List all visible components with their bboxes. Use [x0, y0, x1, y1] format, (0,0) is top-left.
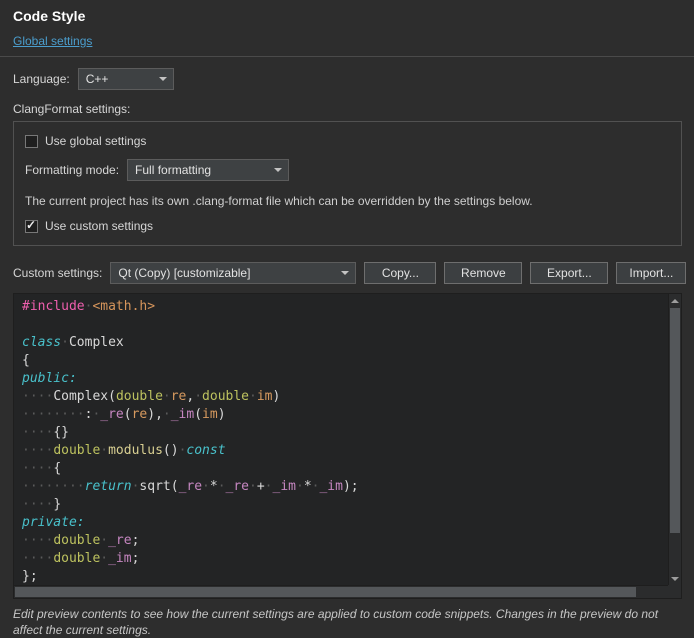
custom-settings-combobox-value: Qt (Copy) [customizable]: [118, 266, 250, 280]
formatting-mode-combobox-value: Full formatting: [135, 163, 211, 177]
code-line: ····Complex(double·re,·double·im): [22, 388, 668, 406]
code-line: ····{}: [22, 424, 668, 442]
export-button[interactable]: Export...: [530, 262, 608, 284]
clang-format-note: The current project has its own .clang-f…: [25, 194, 671, 208]
scrollbar-corner: [668, 585, 681, 598]
code-line: private:: [22, 514, 668, 532]
code-style-panel: Code Style Global settings Language: C++…: [0, 0, 694, 632]
code-content[interactable]: #include·<math.h> class·Complex{public:·…: [14, 294, 668, 585]
code-line: [22, 316, 668, 334]
code-line: ········:·_re(re),·_im(im): [22, 406, 668, 424]
scroll-up-button[interactable]: [669, 294, 681, 307]
formatting-mode-label: Formatting mode:: [25, 163, 119, 177]
language-combobox[interactable]: C++: [78, 68, 174, 90]
checkbox-box: [25, 135, 38, 148]
use-custom-settings-checkbox[interactable]: Use custom settings: [25, 219, 671, 233]
chevron-down-icon: [274, 168, 282, 172]
language-row: Language: C++: [13, 67, 682, 90]
clangformat-settings-label: ClangFormat settings:: [13, 102, 682, 116]
remove-button[interactable]: Remove: [444, 262, 522, 284]
language-combobox-value: C++: [86, 72, 109, 86]
code-line: #include·<math.h>: [22, 298, 668, 316]
code-line: ····double·_im;: [22, 550, 668, 568]
horizontal-scrollbar-thumb[interactable]: [15, 587, 636, 597]
triangle-up-icon: [671, 299, 679, 303]
checkbox-box: [25, 220, 38, 233]
code-line: {: [22, 352, 668, 370]
chevron-down-icon: [341, 271, 349, 275]
horizontal-scrollbar[interactable]: [14, 585, 668, 598]
triangle-down-icon: [671, 577, 679, 581]
code-line: ····{: [22, 460, 668, 478]
code-line: public:: [22, 370, 668, 388]
custom-settings-combobox[interactable]: Qt (Copy) [customizable]: [110, 262, 356, 284]
vertical-scrollbar-thumb[interactable]: [670, 308, 680, 533]
checkbox-label: Use custom settings: [45, 219, 153, 233]
code-preview-editor[interactable]: #include·<math.h> class·Complex{public:·…: [13, 293, 682, 599]
separator: [0, 56, 694, 57]
code-line: class·Complex: [22, 334, 668, 352]
checkbox-label: Use global settings: [45, 134, 146, 148]
footer-hint: Edit preview contents to see how the cur…: [13, 607, 682, 638]
scroll-down-button[interactable]: [669, 572, 681, 585]
custom-settings-row: Custom settings: Qt (Copy) [customizable…: [13, 261, 682, 284]
vertical-scrollbar[interactable]: [668, 294, 681, 585]
chevron-down-icon: [159, 77, 167, 81]
code-line: };: [22, 568, 668, 585]
formatting-mode-row: Formatting mode: Full formatting: [25, 158, 671, 181]
use-global-settings-checkbox[interactable]: Use global settings: [25, 134, 671, 148]
code-line: ····double·modulus()·const: [22, 442, 668, 460]
code-line: ····}: [22, 496, 668, 514]
custom-settings-label: Custom settings:: [13, 266, 102, 280]
global-settings-link[interactable]: Global settings: [13, 34, 92, 48]
copy-button[interactable]: Copy...: [364, 262, 436, 284]
code-line: ········return·sqrt(_re·*·_re·+·_im·*·_i…: [22, 478, 668, 496]
import-button[interactable]: Import...: [616, 262, 686, 284]
code-line: ····double·_re;: [22, 532, 668, 550]
formatting-mode-combobox[interactable]: Full formatting: [127, 159, 289, 181]
page-title: Code Style: [13, 8, 682, 24]
language-label: Language:: [13, 72, 70, 86]
clangformat-groupbox: Use global settings Formatting mode: Ful…: [13, 121, 682, 246]
